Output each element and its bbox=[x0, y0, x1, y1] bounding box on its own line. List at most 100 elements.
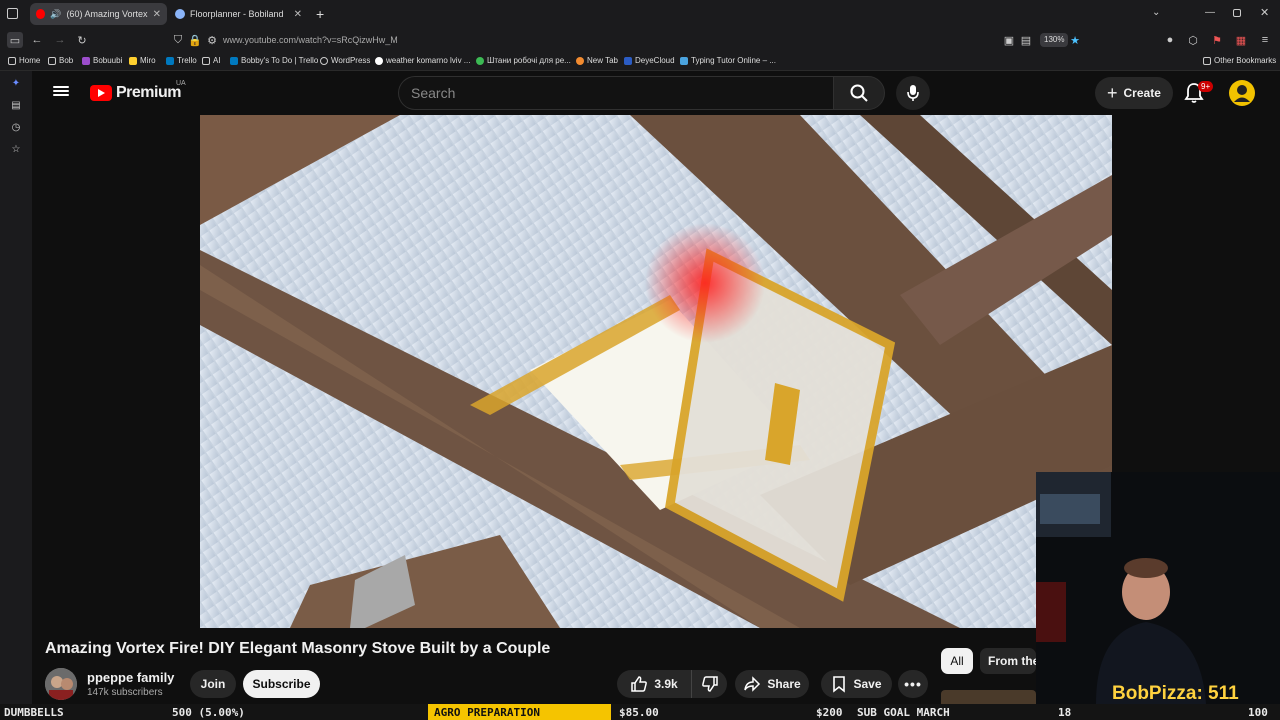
search-button[interactable] bbox=[833, 76, 885, 110]
notifications-extension-icon[interactable]: ▦ bbox=[1233, 32, 1249, 48]
webcam-overlay bbox=[1036, 472, 1280, 704]
address-bar[interactable]: www.youtube.com/watch?v=sRcQizwHw_M bbox=[223, 35, 398, 45]
video-frame bbox=[200, 115, 1112, 628]
lock-icon[interactable]: 🔒 bbox=[187, 32, 203, 48]
bookmark-bobuubi[interactable]: Bobuubi bbox=[82, 56, 122, 65]
tab-youtube[interactable]: 🔊 (60) Amazing Vortex Fire! D ✕ bbox=[30, 3, 167, 25]
bookmark-save-icon bbox=[833, 676, 846, 693]
more-actions-button[interactable]: ••• bbox=[898, 670, 928, 698]
minimize-button[interactable]: — bbox=[1205, 7, 1215, 18]
floorplanner-favicon-icon bbox=[175, 9, 185, 19]
chip-all[interactable]: All bbox=[941, 648, 973, 674]
chip-from-the[interactable]: From the bbox=[980, 648, 1036, 674]
search-input[interactable] bbox=[399, 77, 799, 109]
youtube-favicon-icon bbox=[36, 9, 46, 19]
sidebar-toggle-icon[interactable]: ▭ bbox=[7, 32, 23, 48]
shop-icon bbox=[476, 56, 484, 65]
bookmark-home[interactable]: Home bbox=[8, 56, 40, 65]
hamburger-menu-icon[interactable] bbox=[53, 84, 69, 100]
search-icon bbox=[850, 84, 868, 102]
site-settings-icon[interactable]: ⚙ bbox=[204, 32, 220, 48]
ticker-item: DUMBBELLS bbox=[4, 706, 64, 719]
join-button[interactable]: Join bbox=[190, 670, 236, 698]
bookmark-workwear[interactable]: Штани робочі для ре... bbox=[476, 56, 571, 65]
channel-avatar-image bbox=[45, 668, 77, 700]
stream-ticker: DUMBBELLS 500 (5.00%) AGRO PREPARATION $… bbox=[0, 704, 1280, 720]
video-title: Amazing Vortex Fire! DIY Elegant Masonry… bbox=[45, 640, 551, 657]
browser-menu-icon[interactable]: ≡ bbox=[1257, 32, 1273, 48]
search-box bbox=[398, 76, 833, 110]
plus-icon: + bbox=[1107, 82, 1118, 103]
tab-menu-icon[interactable] bbox=[7, 8, 18, 19]
close-tab-icon[interactable]: ✕ bbox=[153, 9, 161, 20]
bookmark-ai[interactable]: AI bbox=[202, 56, 221, 65]
forward-button[interactable]: → bbox=[52, 32, 68, 48]
more-dots-icon: ••• bbox=[904, 676, 922, 692]
ticker-item: 18 bbox=[1058, 706, 1072, 719]
webcam-frame bbox=[1036, 472, 1280, 704]
bookmark-star-icon[interactable]: ★ bbox=[1067, 32, 1083, 48]
user-avatar-icon bbox=[1234, 85, 1250, 102]
youtube-logo[interactable]: Premium bbox=[90, 84, 181, 102]
bobuubi-icon bbox=[82, 56, 90, 65]
pip-icon[interactable]: ▤ bbox=[1018, 32, 1034, 48]
new-tab-icon bbox=[576, 56, 584, 65]
bookmark-weather[interactable]: weather komarno lviv ... bbox=[375, 56, 470, 65]
bookmark-new-tab[interactable]: New Tab bbox=[576, 56, 618, 65]
chevron-down-icon[interactable]: ⌄ bbox=[1152, 7, 1160, 18]
bookmark-other[interactable]: Other Bookmarks bbox=[1203, 56, 1276, 65]
microphone-icon bbox=[907, 85, 919, 101]
cloud-icon bbox=[624, 56, 632, 65]
bookmark-wordpress[interactable]: WordPress bbox=[320, 56, 370, 65]
tab-floorplanner[interactable]: Floorplanner - Bobiland ✕ bbox=[169, 3, 308, 25]
speaker-icon[interactable]: 🔊 bbox=[50, 9, 61, 20]
channel-avatar[interactable] bbox=[45, 668, 77, 700]
ticker-item: AGRO PREPARATION bbox=[434, 706, 540, 719]
favorites-icon[interactable]: ☆ bbox=[9, 144, 23, 158]
bookmark-bobbys-todo[interactable]: Bobby's To Do | Trello bbox=[230, 56, 318, 65]
account-avatar[interactable] bbox=[1229, 80, 1255, 106]
like-button[interactable]: 3.9k bbox=[617, 670, 691, 698]
webcam-label: BobPizza: 511 bbox=[1112, 683, 1239, 704]
bookmark-deyecloud[interactable]: DeyeCloud bbox=[624, 56, 675, 65]
subscribe-button[interactable]: Subscribe bbox=[243, 670, 320, 698]
screenshot-icon[interactable]: ▣ bbox=[1001, 32, 1017, 48]
wordpress-icon bbox=[320, 56, 328, 65]
history-icon[interactable]: ◷ bbox=[9, 122, 23, 136]
shield-icon[interactable]: ⛉ bbox=[170, 32, 186, 48]
zoom-indicator[interactable]: 130% bbox=[1040, 33, 1069, 47]
google-icon bbox=[375, 56, 383, 65]
bookmark-trello[interactable]: Trello bbox=[166, 56, 197, 65]
subscriber-count: 147k subscribers bbox=[87, 687, 163, 698]
close-tab-icon[interactable]: ✕ bbox=[294, 9, 302, 20]
channel-name[interactable]: ppeppe family bbox=[87, 670, 174, 685]
dislike-button[interactable] bbox=[691, 670, 727, 698]
share-icon bbox=[744, 676, 761, 692]
bookmark-miro[interactable]: Miro bbox=[129, 56, 156, 65]
new-tab-button[interactable]: + bbox=[316, 6, 324, 22]
trello-icon bbox=[166, 56, 174, 65]
video-player[interactable] bbox=[200, 115, 1112, 628]
ai-sparkle-icon[interactable]: ✦ bbox=[9, 78, 23, 92]
reading-list-icon[interactable]: ▤ bbox=[9, 100, 23, 114]
browser-tab-bar: 🔊 (60) Amazing Vortex Fire! D ✕ Floorpla… bbox=[0, 0, 1280, 28]
typing-tutor-icon bbox=[680, 56, 688, 65]
save-button[interactable]: Save bbox=[821, 670, 892, 698]
bookmarks-bar: Home Bob Bobuubi Miro Trello AI Bobby's … bbox=[0, 52, 1280, 71]
bookmark-bob[interactable]: Bob bbox=[48, 56, 73, 65]
notification-badge: 9+ bbox=[1198, 81, 1214, 92]
share-button[interactable]: Share bbox=[735, 670, 809, 698]
restore-button[interactable] bbox=[1233, 9, 1241, 17]
reload-button[interactable]: ↻ bbox=[74, 32, 90, 48]
related-video-thumbnail[interactable] bbox=[941, 690, 1036, 704]
bookmark-typing-tutor[interactable]: Typing Tutor Online – ... bbox=[680, 56, 776, 65]
tab-title: (60) Amazing Vortex Fire! D bbox=[66, 9, 148, 19]
back-button[interactable]: ← bbox=[29, 32, 45, 48]
extensions-icon[interactable]: ⬡ bbox=[1185, 32, 1201, 48]
close-window-button[interactable]: ✕ bbox=[1260, 6, 1269, 19]
voice-search-button[interactable] bbox=[896, 76, 930, 110]
folder-icon bbox=[8, 56, 16, 65]
create-button[interactable]: + Create bbox=[1095, 77, 1173, 109]
wallet-icon[interactable]: ● bbox=[1162, 32, 1178, 48]
vpn-icon[interactable]: ⚑ bbox=[1209, 32, 1225, 48]
